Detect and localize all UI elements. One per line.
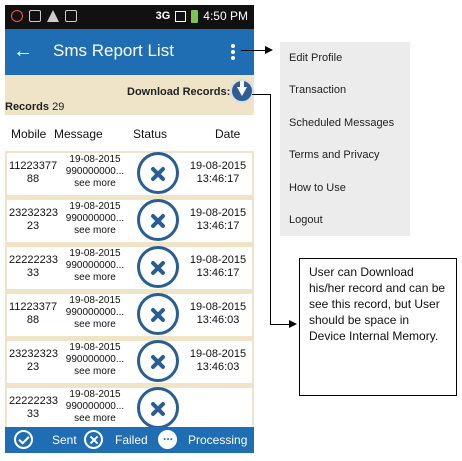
failed-status-icon	[137, 293, 179, 335]
row-date	[185, 395, 251, 408]
note-arrow-head	[289, 320, 297, 328]
records-label: Records	[5, 101, 50, 113]
row-mobile: 23232323 23	[9, 348, 58, 373]
arrow-left-icon[interactable]: ←	[13, 39, 33, 63]
row-message: 19-08-2015 990000000... see more	[57, 248, 133, 284]
page-title: Sms Report List	[53, 41, 174, 60]
row-date: 19-08-2015 13:46:17	[185, 160, 251, 186]
row-date-time: 13:46:03	[196, 361, 240, 373]
row-date-day: 19-08-2015	[189, 207, 247, 219]
legend-failed: Failed	[115, 433, 148, 447]
row-message-text: 19-08-2015 990000000...	[65, 389, 125, 412]
see-more-link[interactable]: see more	[57, 178, 133, 190]
table-row[interactable]: 11223377 88 19-08-2015 990000000... see m…	[7, 293, 252, 338]
menu-arrow-line	[241, 50, 266, 51]
table-row[interactable]: 23232323 23 19-08-2015 990000000... see m…	[7, 199, 252, 244]
row-date: 19-08-2015 13:46:17	[185, 254, 251, 280]
status-legend: Sent Failed Processing	[5, 427, 254, 453]
download-label: Download Records:	[127, 86, 231, 98]
menu-item-scheduled-messages[interactable]: Scheduled Messages	[289, 117, 394, 129]
download-note-callout: User can Download his/her record and can…	[299, 258, 457, 396]
image-notification-icon	[29, 10, 41, 22]
row-date-day: 19-08-2015	[189, 254, 247, 266]
see-more-link[interactable]: see more	[57, 366, 133, 378]
row-mobile: 22222233 33	[9, 254, 58, 279]
mail-notification-icon	[65, 10, 77, 22]
row-date-time: 13:46:03	[196, 314, 240, 326]
note-arrow-line-top	[252, 94, 270, 95]
row-message-text: 19-08-2015 990000000...	[65, 154, 125, 177]
row-message-text: 19-08-2015 990000000...	[65, 248, 125, 271]
row-message: 19-08-2015 990000000... see more	[57, 295, 133, 331]
row-message-text: 19-08-2015 990000000...	[65, 342, 125, 365]
app-bar: ← Sms Report List	[5, 29, 254, 75]
kebab-menu-icon[interactable]	[229, 44, 237, 60]
row-message: 19-08-2015 990000000... see more	[57, 201, 133, 237]
see-more-link[interactable]: see more	[57, 225, 133, 237]
row-mobile: 11223377 88	[9, 160, 58, 185]
legend-processing: Processing	[188, 433, 248, 447]
system-icons: 3G 4:50 PM	[156, 9, 248, 23]
clock: 4:50 PM	[203, 9, 248, 23]
status-bar: 3G 4:50 PM	[5, 5, 254, 29]
signal-icon	[175, 10, 187, 22]
row-date: 19-08-2015 13:46:03	[185, 301, 251, 327]
row-date-time: 13:46:17	[196, 267, 240, 279]
processing-dots-icon	[158, 429, 177, 449]
app-notification-icon	[11, 10, 23, 22]
sent-check-icon	[14, 430, 33, 449]
network-indicator: 3G	[155, 10, 171, 22]
row-message: 19-08-2015 990000000... see more	[57, 389, 133, 425]
menu-item-terms-privacy[interactable]: Terms and Privacy	[289, 149, 379, 161]
row-date: 19-08-2015 13:46:17	[185, 207, 251, 233]
notification-icons	[11, 10, 77, 22]
row-date-time: 13:46:17	[196, 220, 240, 232]
row-date-time: 13:46:17	[196, 173, 240, 185]
row-mobile: 22222233 33	[9, 395, 58, 420]
records-number: 29	[52, 101, 65, 113]
failed-status-icon	[137, 199, 179, 241]
battery-icon	[191, 9, 199, 23]
download-icon[interactable]	[230, 79, 254, 103]
menu-item-transaction[interactable]: Transaction	[289, 84, 346, 96]
table-row[interactable]: 11223377 88 19-08-2015 990000000... see m…	[7, 152, 252, 197]
table-row[interactable]: 22222233 33 19-08-2015 990000000... see m…	[7, 246, 252, 291]
menu-item-how-to-use[interactable]: How to Use	[289, 182, 346, 194]
table-row[interactable]: 22222233 33 19-08-2015 990000000... see m…	[7, 387, 252, 432]
failed-status-icon	[137, 387, 179, 429]
overflow-menu: Edit Profile Transaction Scheduled Messa…	[280, 42, 410, 236]
see-more-link[interactable]: see more	[57, 319, 133, 331]
records-count: Records 29	[5, 101, 64, 113]
failed-status-icon	[137, 152, 179, 194]
see-more-link[interactable]: see more	[57, 413, 133, 425]
legend-sent: Sent	[52, 433, 77, 447]
menu-item-logout[interactable]: Logout	[289, 214, 323, 226]
menu-item-edit-profile[interactable]: Edit Profile	[289, 52, 342, 64]
row-date-day: 19-08-2015	[189, 160, 247, 172]
row-mobile: 11223377 88	[9, 301, 58, 326]
row-message: 19-08-2015 990000000... see more	[57, 342, 133, 378]
table-header: Mobile Message Status Date	[5, 115, 254, 151]
row-date-day: 19-08-2015	[189, 348, 247, 360]
phone-screen: 3G 4:50 PM ← Sms Report List Download Re…	[5, 5, 254, 453]
menu-arrow-head	[265, 46, 273, 54]
row-message-text: 19-08-2015 990000000...	[65, 201, 125, 224]
table-row[interactable]: 23232323 23 19-08-2015 990000000... see m…	[7, 340, 252, 385]
header-message: Message	[54, 127, 103, 141]
row-date: 19-08-2015 13:46:03	[185, 348, 251, 374]
row-date-day: 19-08-2015	[189, 301, 247, 313]
note-arrow-line-bottom	[270, 324, 290, 325]
row-message: 19-08-2015 990000000... see more	[57, 154, 133, 190]
see-more-link[interactable]: see more	[57, 272, 133, 284]
header-mobile: Mobile	[11, 127, 47, 141]
failed-status-icon	[137, 340, 179, 382]
failed-status-icon	[137, 246, 179, 288]
row-mobile: 23232323 23	[9, 207, 58, 232]
header-status: Status	[133, 127, 168, 141]
failed-x-icon	[84, 430, 103, 449]
warning-icon	[47, 10, 59, 22]
note-arrow-line-vertical	[270, 94, 271, 325]
header-date: Date	[215, 127, 241, 141]
row-message-text: 19-08-2015 990000000...	[65, 295, 125, 318]
